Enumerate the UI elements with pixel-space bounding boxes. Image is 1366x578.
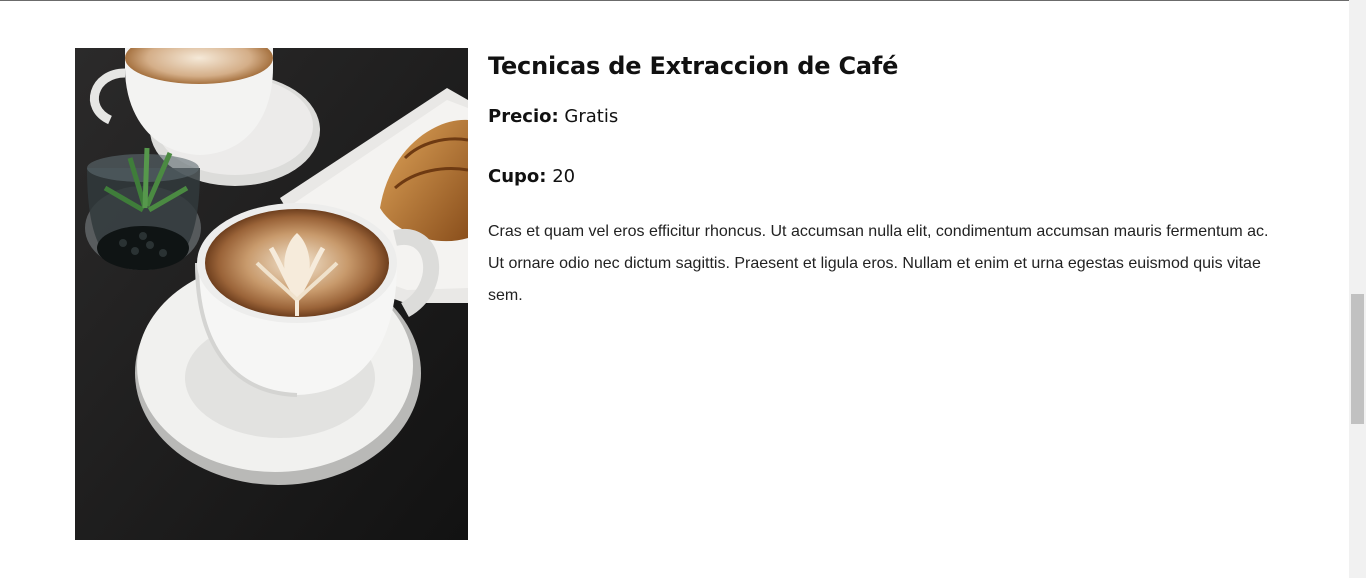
course-price: Precio: Gratis: [488, 104, 1288, 130]
vertical-scrollbar[interactable]: [1349, 0, 1366, 578]
course-cupo: Cupo: 20: [488, 164, 1288, 190]
course-image: [75, 48, 468, 540]
price-label: Precio:: [488, 106, 559, 127]
course-info: Tecnicas de Extraccion de Café Precio: G…: [488, 48, 1288, 312]
course-title: Tecnicas de Extraccion de Café: [488, 52, 899, 80]
price-value: Gratis: [564, 106, 619, 127]
scrollbar-thumb[interactable]: [1351, 294, 1364, 424]
course-detail-page: Tecnicas de Extraccion de Café Precio: G…: [0, 1, 1349, 578]
course-description: Cras et quam vel eros efficitur rhoncus.…: [488, 223, 1269, 304]
cupo-label: Cupo:: [488, 166, 547, 187]
cupo-value: 20: [552, 166, 576, 187]
